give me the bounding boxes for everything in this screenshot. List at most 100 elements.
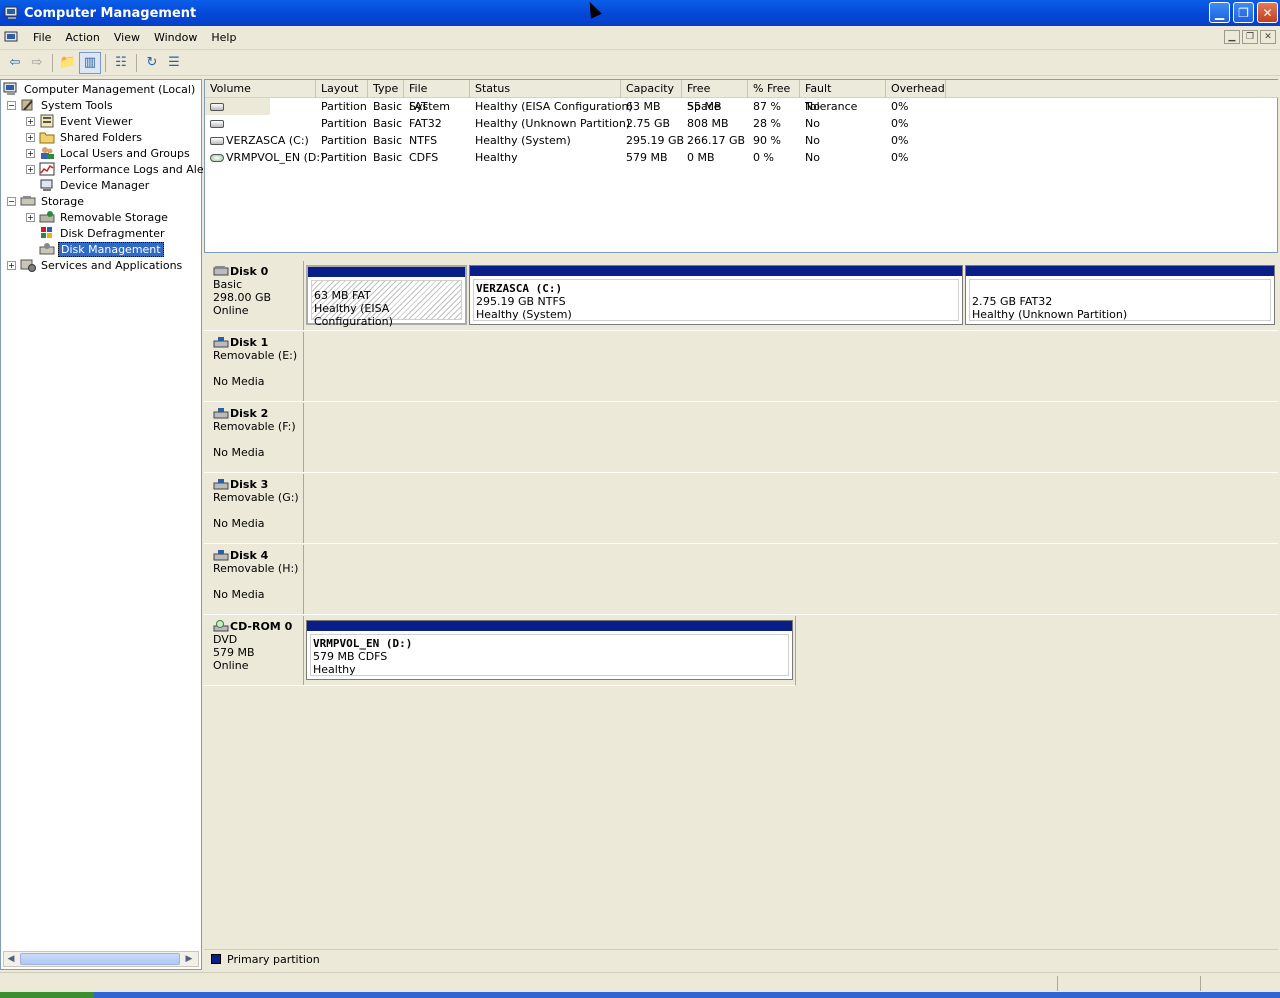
menu-window[interactable]: Window	[147, 29, 204, 46]
disk-row-cdrom0[interactable]: CD-ROM 0 DVD 579 MB Online VRMPVOL_EN (D…	[204, 616, 796, 686]
device-manager-icon	[40, 179, 53, 191]
scroll-thumb[interactable]	[20, 953, 180, 965]
disk-row-disk2[interactable]: Disk 2 Removable (F:) No Media	[204, 403, 1278, 473]
status-divider	[1200, 976, 1201, 991]
properties-icon[interactable]: ☷	[110, 52, 132, 74]
tree-node-disk-defragmenter[interactable]: Disk Defragmenter	[39, 225, 167, 241]
tree-node-removable-storage[interactable]: + Removable Storage	[26, 209, 170, 225]
col-layout[interactable]: Layout	[316, 80, 368, 98]
show-hide-tree-icon[interactable]: ▥	[79, 51, 101, 74]
system-tools-icon	[21, 99, 33, 111]
maximize-button[interactable]: ❐	[1233, 2, 1254, 23]
title-bar[interactable]: Computer Management ▁ ❐ ✕	[0, 0, 1280, 26]
back-icon[interactable]: ⇦	[4, 52, 26, 74]
expand-icon[interactable]: +	[7, 260, 16, 270]
tree-node-services-apps[interactable]: + Services and Applications	[7, 257, 184, 273]
mdi-child-icon[interactable]	[4, 30, 20, 46]
tree-node-perf-logs[interactable]: + Performance Logs and Alerts	[26, 161, 220, 177]
removable-storage-icon	[39, 211, 55, 223]
disk-label[interactable]: Disk 1 Removable (E:) No Media	[204, 332, 304, 401]
volume-icon	[210, 103, 224, 111]
disk-label[interactable]: CD-ROM 0 DVD 579 MB Online	[204, 616, 304, 685]
tree-node-device-manager[interactable]: Device Manager	[39, 177, 151, 193]
tree-horizontal-scrollbar[interactable]: ◀ ▶	[3, 951, 199, 967]
disk-row-disk0[interactable]: Disk 0 Basic 298.00 GB Online 63 MB FAT …	[204, 261, 1278, 331]
fs-cell: FAT	[409, 100, 428, 113]
shared-folder-icon	[39, 132, 55, 144]
collapse-icon[interactable]: −	[7, 196, 16, 206]
expand-icon[interactable]: +	[26, 148, 35, 158]
layout-cell: Partition	[321, 151, 367, 164]
col-capacity[interactable]: Capacity	[621, 80, 682, 98]
tree-node-storage[interactable]: − Storage	[7, 193, 86, 209]
col-file-system[interactable]: File System	[404, 80, 470, 113]
free-cell: 0 MB	[687, 151, 715, 164]
tree-node-shared-folders[interactable]: + Shared Folders	[26, 129, 144, 145]
partition-eisa[interactable]: 63 MB FAT Healthy (EISA Configuration)	[306, 265, 467, 328]
volume-list[interactable]: Volume Layout Type File System Status Ca…	[204, 79, 1279, 253]
col-overhead[interactable]: Overhead	[886, 80, 946, 98]
column-header-row: Volume Layout Type File System Status Ca…	[205, 80, 1279, 113]
expand-icon[interactable]: +	[26, 212, 35, 222]
capacity-cell: 579 MB	[626, 151, 668, 164]
col-volume[interactable]: Volume	[205, 80, 316, 98]
col-fault-tolerance[interactable]: Fault Tolerance	[800, 80, 886, 113]
expand-icon[interactable]: +	[26, 132, 35, 142]
menu-view[interactable]: View	[107, 29, 147, 46]
tree-node-local-users[interactable]: + Local Users and Groups	[26, 145, 192, 161]
tree-node-event-viewer[interactable]: + Event Viewer	[26, 113, 134, 129]
partition-verzasca[interactable]: VERZASCA (C:) 295.19 GB NTFS Healthy (Sy…	[469, 265, 963, 325]
graphical-disk-view: Disk 0 Basic 298.00 GB Online 63 MB FAT …	[204, 261, 1278, 949]
expand-icon[interactable]: +	[26, 164, 35, 174]
export-list-icon[interactable]: ☰	[163, 52, 185, 74]
up-folder-icon[interactable]: 📁	[57, 52, 79, 74]
partition-vrmpvol[interactable]: VRMPVOL_EN (D:) 579 MB CDFS Healthy	[306, 620, 793, 680]
collapse-icon[interactable]: −	[7, 100, 16, 110]
pct-free-cell: 87 %	[753, 100, 781, 113]
tree-node-disk-management[interactable]: Disk Management	[39, 241, 164, 257]
legend: Primary partition	[204, 949, 1278, 968]
disk-row-disk1[interactable]: Disk 1 Removable (E:) No Media	[204, 332, 1278, 402]
col-type[interactable]: Type	[368, 80, 404, 98]
table-row[interactable]: Partition Basic FAT Healthy (EISA Config…	[205, 98, 1279, 115]
minimize-button[interactable]: ▁	[1209, 2, 1230, 23]
status-bar	[0, 972, 1280, 992]
mdi-minimize-button[interactable]: ▁	[1224, 30, 1240, 44]
expand-icon[interactable]: +	[26, 116, 35, 126]
table-row[interactable]: VRMPVOL_EN (D:) Partition Basic CDFS Hea…	[205, 149, 1279, 166]
col-free-space[interactable]: Free Space	[682, 80, 748, 113]
pct-free-cell: 90 %	[753, 134, 781, 147]
scroll-left-icon[interactable]: ◀	[4, 952, 18, 966]
forward-icon[interactable]: ⇨	[26, 52, 48, 74]
tree-node-root[interactable]: Computer Management (Local)	[3, 81, 197, 97]
disk-label[interactable]: Disk 3 Removable (G:) No Media	[204, 474, 304, 543]
tree-node-system-tools[interactable]: − System Tools	[7, 97, 115, 113]
col-pct-free[interactable]: % Free	[748, 80, 800, 98]
close-button[interactable]: ✕	[1257, 2, 1278, 23]
mdi-close-button[interactable]: ✕	[1260, 30, 1276, 44]
disk-label[interactable]: Disk 4 Removable (H:) No Media	[204, 545, 304, 614]
console-tree[interactable]: Computer Management (Local) − System Too…	[0, 79, 218, 970]
menu-help[interactable]: Help	[204, 29, 243, 46]
computer-icon	[3, 82, 17, 95]
disk-row-disk3[interactable]: Disk 3 Removable (G:) No Media	[204, 474, 1278, 544]
disk-label[interactable]: Disk 0 Basic 298.00 GB Online	[204, 261, 304, 330]
pane-splitter[interactable]	[204, 253, 1278, 259]
details-pane: Volume Layout Type File System Status Ca…	[204, 79, 1280, 970]
refresh-icon[interactable]: ↻	[141, 52, 163, 74]
status-cell: Healthy (System)	[475, 134, 571, 147]
disk-row-disk4[interactable]: Disk 4 Removable (H:) No Media	[204, 545, 1278, 615]
partition-fat32[interactable]: 2.75 GB FAT32 Healthy (Unknown Partition…	[965, 265, 1275, 325]
mdi-restore-button[interactable]: ❐	[1242, 30, 1258, 44]
taskbar-edge	[0, 992, 1280, 998]
col-status[interactable]: Status	[470, 80, 621, 98]
disk-label[interactable]: Disk 2 Removable (F:) No Media	[204, 403, 304, 472]
defragmenter-icon	[41, 227, 52, 238]
table-row[interactable]: Partition Basic FAT32 Healthy (Unknown P…	[205, 115, 1279, 132]
fault-cell: No	[805, 117, 820, 130]
menu-file[interactable]: File	[26, 29, 58, 46]
table-row[interactable]: VERZASCA (C:) Partition Basic NTFS Healt…	[205, 132, 1279, 149]
selected-node-label[interactable]: Disk Management	[58, 241, 164, 257]
scroll-right-icon[interactable]: ▶	[182, 952, 196, 966]
menu-action[interactable]: Action	[58, 29, 106, 46]
